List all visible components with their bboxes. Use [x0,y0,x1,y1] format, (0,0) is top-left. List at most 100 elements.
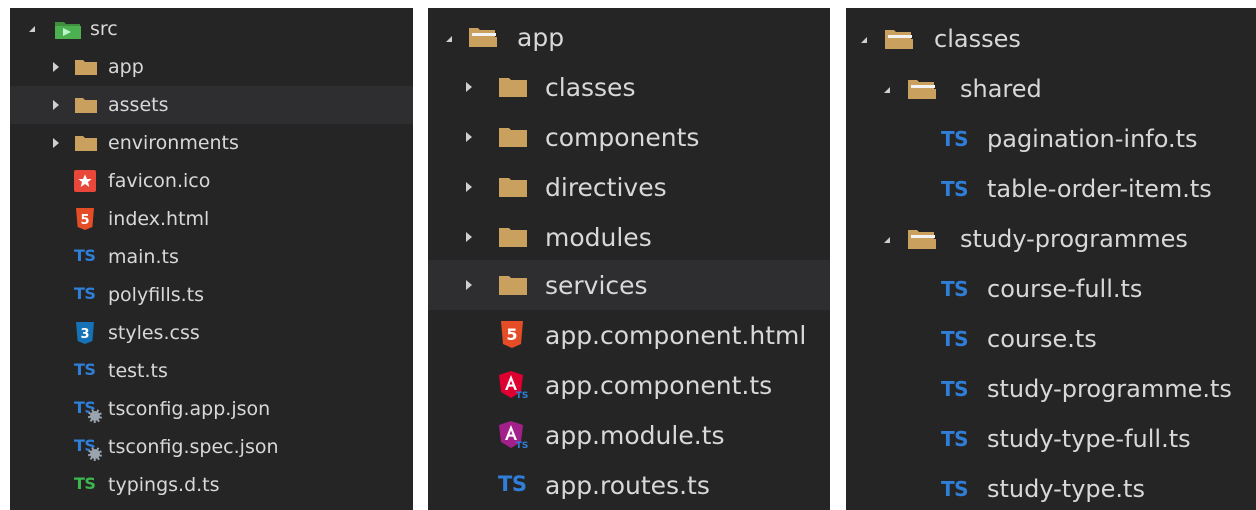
folder-icon [498,125,528,149]
typescript-icon: TS [941,177,969,201]
svg-text:5: 5 [506,325,517,344]
typescript-icon: TS [74,284,96,303]
gear-icon [88,409,102,423]
tree-item-polyfills-ts[interactable]: TS polyfills.ts [10,276,413,314]
angular-module-icon: TS [498,420,528,450]
tree-item-label: tsconfig.spec.json [108,436,279,458]
favicon-icon [74,170,96,192]
folder-open-icon [907,77,937,101]
tree-item-label: course.ts [987,325,1097,353]
tree-item-app-routes-ts[interactable]: TS app.routes.ts [428,460,830,510]
expand-arrow-icon[interactable] [446,36,452,42]
tree-item-label: app.component.ts [545,370,773,400]
tree-item-study-type-full[interactable]: TS study-type-full.ts [846,414,1256,464]
src-folder-icon [54,18,82,40]
tree-item-main-ts[interactable]: TS main.ts [10,238,413,276]
tree-item-label: app.routes.ts [545,470,710,500]
tree-item-tsconfig-spec[interactable]: TS tsconfig.spec.json [10,428,413,466]
folder-icon [74,58,98,76]
tree-item-test-ts[interactable]: TS test.ts [10,352,413,390]
tree-item-src[interactable]: src [10,10,413,48]
tree-item-label: study-programme.ts [987,375,1232,403]
tree-item-study-programme[interactable]: TS study-programme.ts [846,364,1256,414]
tree-item-assets[interactable]: assets [10,86,413,124]
expand-arrow-icon[interactable] [884,237,890,243]
tree-item-label: environments [108,132,239,154]
typescript-icon: TS [74,360,96,379]
expand-arrow-icon[interactable] [53,62,59,72]
angular-icon: TS [498,370,528,400]
tree-item-table-order-item[interactable]: TS table-order-item.ts [846,164,1256,214]
folder-open-icon [907,227,937,251]
tree-item-label: classes [545,72,636,102]
typescript-def-icon: TS [74,474,96,493]
typescript-icon: TS [941,277,969,301]
expand-arrow-icon[interactable] [861,37,867,43]
tree-item-label: app.module.ts [545,420,725,450]
html5-icon: 5 [76,208,94,230]
typescript-icon: TS [498,472,527,496]
css3-icon: 3 [76,322,94,344]
folder-icon [498,273,528,297]
expand-arrow-icon[interactable] [466,182,472,192]
tree-item-label: polyfills.ts [108,284,205,306]
tree-item-modules[interactable]: modules [428,212,830,262]
tree-item-label: src [90,18,118,40]
tree-item-label: shared [960,75,1042,103]
expand-arrow-icon[interactable] [53,100,59,110]
tree-item-course-full[interactable]: TS course-full.ts [846,264,1256,314]
tree-item-label: app [108,56,144,78]
tree-item-label: main.ts [108,246,179,268]
tree-item-favicon[interactable]: favicon.ico [10,162,413,200]
tree-item-label: tsconfig.app.json [108,398,271,420]
typescript-icon: TS [941,377,969,401]
expand-arrow-icon[interactable] [884,87,890,93]
tree-item-services[interactable]: services [428,260,830,310]
tree-item-label: modules [545,222,652,252]
explorer-panel-classes: classes shared TS pagination-info.ts TS … [846,8,1256,510]
expand-arrow-icon[interactable] [466,280,472,290]
expand-arrow-icon[interactable] [53,138,59,148]
tree-item-app-component-ts[interactable]: TS app.component.ts [428,360,830,410]
folder-icon [74,134,98,152]
tree-item-label: course-full.ts [987,275,1143,303]
expand-arrow-icon[interactable] [466,132,472,142]
tree-item-label: services [545,270,648,300]
tree-item-app[interactable]: app [10,48,413,86]
expand-arrow-icon[interactable] [466,232,472,242]
tree-item-study-type[interactable]: TS study-type.ts [846,464,1256,510]
tree-item-styles-css[interactable]: 3 styles.css [10,314,413,352]
tree-item-components[interactable]: components [428,112,830,162]
tree-item-app-module-ts[interactable]: TS app.module.ts [428,410,830,460]
svg-text:TS: TS [516,441,528,450]
folder-icon [498,175,528,199]
tree-item-label: classes [934,25,1021,53]
typescript-icon: TS [941,477,969,501]
gear-icon [88,447,102,461]
tree-item-label: directives [545,172,667,202]
tree-item-index-html[interactable]: 5 index.html [10,200,413,238]
tree-item-environments[interactable]: environments [10,124,413,162]
tree-item-app-component-html[interactable]: 5 app.component.html [428,310,830,360]
tree-item-pagination-info[interactable]: TS pagination-info.ts [846,114,1256,164]
tree-item-typings[interactable]: TS typings.d.ts [10,466,413,504]
html5-icon: 5 [501,321,523,348]
tree-item-study-programmes[interactable]: study-programmes [846,214,1256,264]
folder-open-icon [468,25,498,49]
tree-item-app[interactable]: app [428,12,830,62]
tree-item-label: pagination-info.ts [987,125,1198,153]
tree-item-shared[interactable]: shared [846,64,1256,114]
tree-item-course[interactable]: TS course.ts [846,314,1256,364]
typescript-icon: TS [74,246,96,265]
tree-item-label: components [545,122,700,152]
tree-item-tsconfig-app[interactable]: TS tsconfig.app.json [10,390,413,428]
typescript-icon: TS [941,427,969,451]
typescript-icon: TS [941,127,969,151]
tree-item-directives[interactable]: directives [428,162,830,212]
tree-item-classes[interactable]: classes [846,14,1256,64]
svg-text:3: 3 [80,327,89,342]
tree-item-label: table-order-item.ts [987,175,1212,203]
expand-arrow-icon[interactable] [466,82,472,92]
expand-arrow-icon[interactable] [29,26,35,32]
tree-item-classes[interactable]: classes [428,62,830,112]
